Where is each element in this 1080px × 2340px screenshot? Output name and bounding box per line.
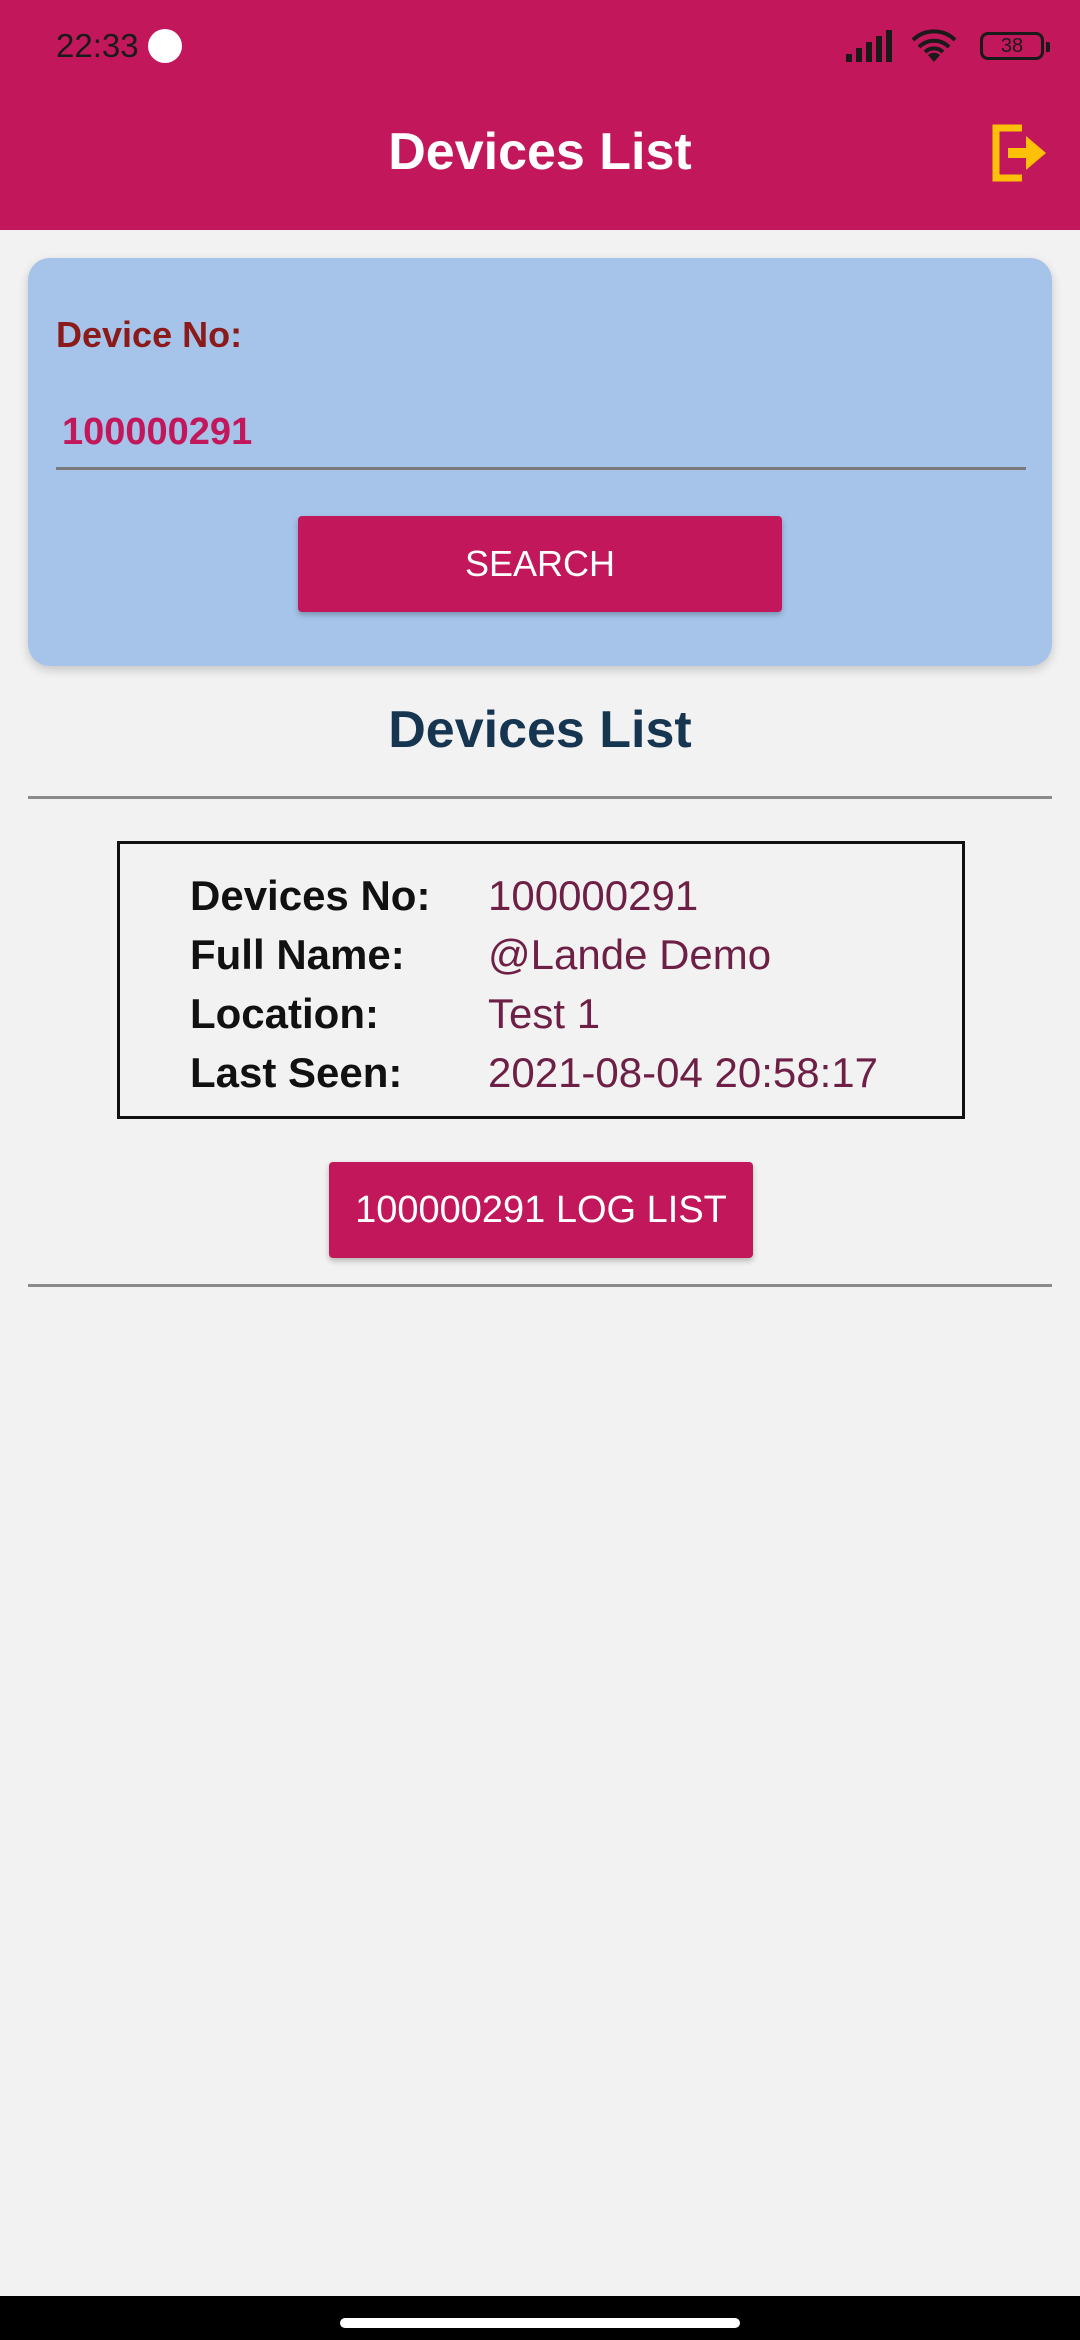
last-seen-row: Last Seen: 2021-08-04 20:58:17 — [190, 1049, 950, 1105]
divider — [28, 1284, 1052, 1287]
device-info-card: Devices No: 100000291 Full Name: @Lande … — [117, 841, 965, 1119]
wifi-icon — [911, 29, 957, 62]
page-title: Devices List — [388, 123, 692, 181]
logout-icon[interactable] — [988, 122, 1048, 184]
app-notification-icon — [148, 29, 182, 63]
location-label: Location: — [190, 990, 379, 1037]
home-indicator[interactable] — [340, 2318, 740, 2328]
battery-icon: 38 — [980, 32, 1050, 60]
location-value: Test 1 — [488, 990, 601, 1037]
devices-list-title: Devices List — [388, 701, 692, 759]
signal-icon — [846, 30, 892, 62]
full-name-value: @Lande Demo — [488, 931, 772, 978]
device-no-row: Devices No: 100000291 — [190, 872, 950, 928]
device-no-value: 100000291 — [488, 872, 699, 919]
log-list-button[interactable]: 100000291 LOG LIST — [329, 1162, 753, 1258]
full-name-label: Full Name: — [190, 931, 405, 978]
device-no-label: Devices No: — [190, 872, 431, 919]
status-time: 22:33 — [56, 27, 139, 64]
device-no-label: Device No: — [56, 314, 243, 355]
full-name-row: Full Name: @Lande Demo — [190, 931, 950, 987]
device-no-input[interactable] — [56, 398, 1026, 470]
last-seen-value: 2021-08-04 20:58:17 — [488, 1049, 878, 1096]
app-bar: 22:33 38 Devices List — [0, 0, 1080, 230]
divider — [28, 796, 1052, 799]
location-row: Location: Test 1 — [190, 990, 950, 1046]
search-button[interactable]: SEARCH — [298, 516, 782, 612]
search-card: Device No: SEARCH — [28, 258, 1052, 666]
last-seen-label: Last Seen: — [190, 1049, 403, 1096]
